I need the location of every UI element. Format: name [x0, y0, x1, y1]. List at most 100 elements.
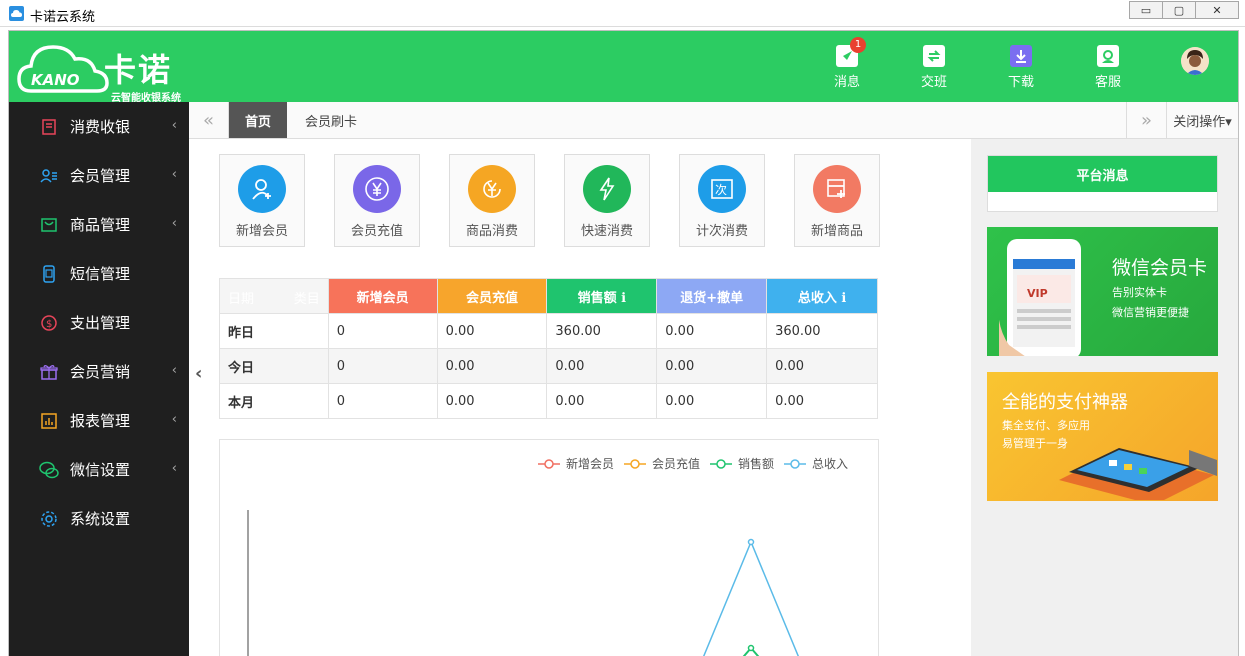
quick-action-label: 新增商品 [810, 224, 863, 239]
quick-action-fast-consume[interactable]: 快速消费 [564, 154, 650, 247]
header-nav-label: 客服 [1094, 75, 1121, 90]
table-cell: 360.00 [766, 313, 878, 349]
table-cell: 0.00 [436, 383, 548, 419]
trend-chart: 新增会员 会员充值 销售额 总收入 [219, 439, 879, 656]
chevron-left-icon: ‹ [171, 118, 177, 133]
vip-badge: VIP [1027, 287, 1048, 300]
settings-icon [39, 509, 59, 529]
row-label: 本月 [219, 383, 329, 419]
sidebar-item-label: 消费收银 [70, 118, 131, 136]
right-panel: 平台消息 VIP 微信会员卡 告别实体卡 微信营销更便捷 全能的支付神器 集全支… [971, 139, 1238, 656]
chevron-left-icon: ‹ [171, 167, 177, 182]
sidebar-item-sms[interactable]: 短信管理 [9, 249, 189, 298]
series-line-total-income [702, 540, 800, 656]
collapse-sidebar-button[interactable]: ‹ [195, 363, 202, 384]
data-point[interactable] [747, 538, 755, 546]
tab-scroll-left-button[interactable]: « [189, 102, 229, 138]
quick-action-label: 商品消费 [465, 224, 518, 239]
close-operations-dropdown[interactable]: 关闭操作▾ [1166, 102, 1238, 138]
table-cell: 0 [327, 383, 438, 419]
cashier-icon [39, 117, 59, 137]
sidebar-item-label: 会员管理 [70, 167, 131, 185]
quick-action-goods-consume[interactable]: 商品消费 [449, 154, 535, 247]
banner-line: 微信营销更便捷 [1112, 306, 1189, 319]
quick-action-label: 计次消费 [695, 224, 748, 239]
table-cell: 0.00 [656, 348, 768, 384]
goods-icon [39, 215, 59, 235]
chevron-left-icon: ‹ [171, 412, 177, 427]
notice-title[interactable]: 平台消息 [988, 156, 1217, 192]
sidebar-item-label: 微信设置 [70, 461, 131, 479]
chart-plot [247, 510, 800, 656]
header-nav-label: 消息 [833, 75, 860, 90]
payment-device-banner[interactable]: 全能的支付神器 集全支付、多应用 易管理于一身 [987, 372, 1218, 501]
quick-action-add-goods[interactable]: 新增商品 [794, 154, 880, 247]
header-nav-shift[interactable]: 交班 [904, 45, 964, 90]
rocket-icon: 1 [836, 37, 866, 67]
sidebar-item-members[interactable]: 会员管理 ‹ [9, 151, 189, 200]
report-icon [39, 411, 59, 431]
chevron-left-icon: ‹ [171, 216, 177, 231]
sidebar-item-settings[interactable]: 系统设置 [9, 494, 189, 543]
close-window-button[interactable]: ✕ [1195, 1, 1239, 19]
quick-action-count-consume[interactable]: 次 计次消费 [679, 154, 765, 247]
maximize-button[interactable]: ▢ [1162, 1, 1196, 19]
column-header-new-members: 新增会员 [327, 278, 438, 314]
sidebar-item-cashier[interactable]: 消费收银 ‹ [9, 102, 189, 151]
tab-scroll-right-button[interactable]: » [1126, 102, 1166, 138]
wechat-icon [39, 460, 59, 480]
sidebar-item-wechat[interactable]: 微信设置 ‹ [9, 445, 189, 494]
download-icon [1010, 45, 1032, 67]
sidebar-item-label: 短信管理 [70, 265, 131, 283]
wechat-card-banner[interactable]: VIP 微信会员卡 告别实体卡 微信营销更便捷 [987, 227, 1218, 356]
add-goods-icon [813, 165, 861, 213]
window-title: 卡诺云系统 [30, 10, 96, 25]
header-nav-messages[interactable]: 1 消息 [817, 37, 877, 90]
sms-icon [39, 264, 59, 284]
column-header-recharge: 会员充值 [436, 278, 548, 314]
phone-illustration: VIP [999, 239, 1081, 356]
window-titlebar: 卡诺云系统 ▭ ▢ ✕ [0, 0, 1245, 27]
table-row: 本月 0 0.00 0.00 0.00 0.00 [219, 383, 878, 419]
tab-member-card[interactable]: 会员刷卡 [287, 102, 375, 138]
sidebar-item-reports[interactable]: 报表管理 ‹ [9, 396, 189, 445]
count-icon: 次 [698, 165, 746, 213]
table-cell: 0.00 [656, 313, 768, 349]
table-cell: 0.00 [766, 383, 878, 419]
cloud-logo-icon: KANO [17, 45, 109, 93]
user-avatar[interactable] [1181, 47, 1209, 75]
logo: KANO 卡诺 云智能收银系统 [17, 39, 187, 104]
header-nav-label: 下载 [1007, 75, 1034, 90]
sidebar-item-marketing[interactable]: 会员营销 ‹ [9, 347, 189, 396]
column-header-total-income[interactable]: 总收入 ℹ [766, 278, 878, 314]
chevron-left-icon: ‹ [171, 461, 177, 476]
data-point[interactable] [747, 644, 755, 652]
logo-name: 卡诺 [104, 51, 173, 89]
column-header-sales[interactable]: 销售额 ℹ [546, 278, 658, 314]
sidebar-item-label: 商品管理 [70, 216, 131, 234]
quick-action-recharge[interactable]: 会员充值 [334, 154, 420, 247]
table-corner-cell: 日期 类目 [219, 278, 329, 314]
table-cell: 0.00 [546, 348, 658, 384]
yuan-coin-icon [468, 165, 516, 213]
table-cell: 0 [327, 348, 438, 384]
app-frame: KANO 卡诺 云智能收银系统 1 消息 交班 下载 客服 消费收银 ‹ 会员管… [8, 30, 1239, 656]
tab-home[interactable]: 首页 [229, 102, 287, 138]
minimize-button[interactable]: ▭ [1129, 1, 1163, 19]
banner-title: 全能的支付神器 [1002, 392, 1128, 413]
message-badge: 1 [850, 37, 866, 53]
tab-bar: « 首页 会员刷卡 » 关闭操作▾ [189, 102, 1238, 139]
header-nav-download[interactable]: 下载 [991, 45, 1051, 90]
table-cell: 0.00 [436, 348, 548, 384]
main-content: ‹ 新增会员 会员充值 商品消费 快速消费 次 计次消费 新增商品 日期 类目 … [189, 139, 971, 656]
sidebar-item-expense[interactable]: $ 支出管理 [9, 298, 189, 347]
row-label: 昨日 [219, 313, 329, 349]
header-nav-support[interactable]: 客服 [1078, 45, 1138, 90]
corner-category-label: 类目 [293, 292, 320, 307]
table-row: 今日 0 0.00 0.00 0.00 0.00 [219, 348, 878, 384]
lightning-icon [583, 165, 631, 213]
sidebar-item-label: 系统设置 [70, 510, 131, 528]
quick-action-add-member[interactable]: 新增会员 [219, 154, 305, 247]
sidebar-item-goods[interactable]: 商品管理 ‹ [9, 200, 189, 249]
header-nav-label: 交班 [920, 75, 947, 90]
